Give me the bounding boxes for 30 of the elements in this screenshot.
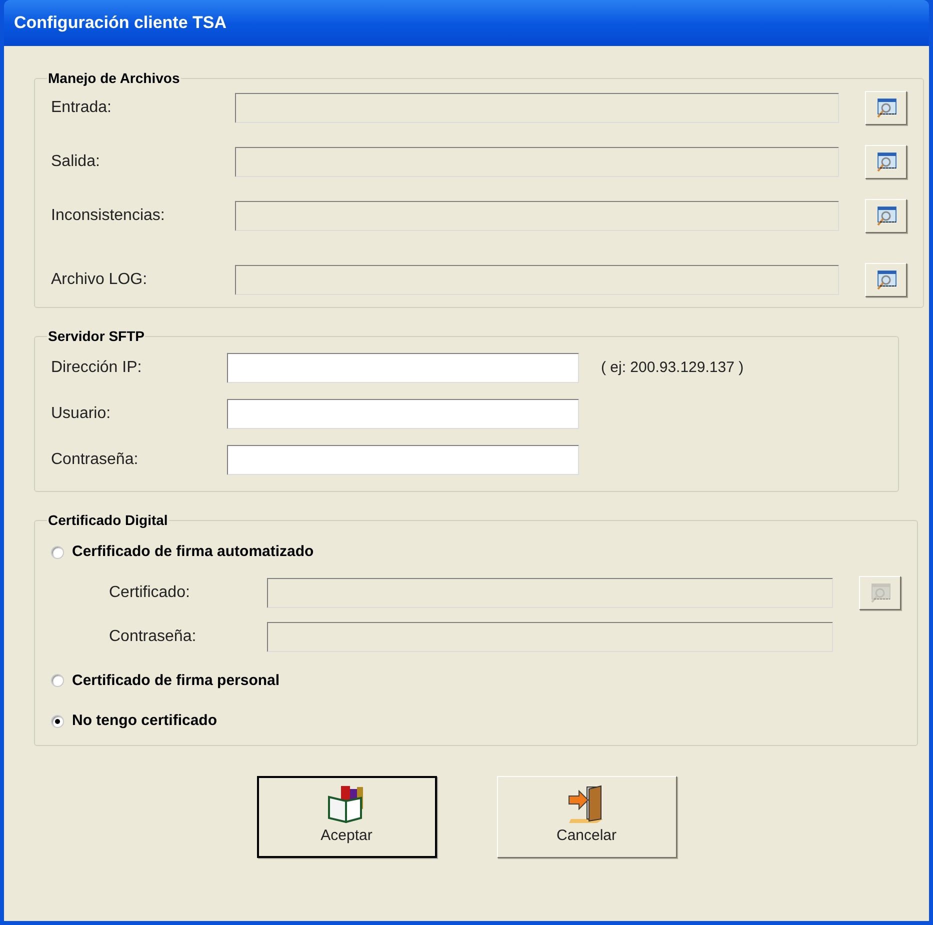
field-label: Certificado:: [109, 582, 191, 602]
group-title: Manejo de Archivos: [47, 69, 181, 88]
group-title: Certificado Digital: [47, 511, 169, 530]
text-field[interactable]: [227, 353, 579, 383]
radio-label[interactable]: Certificado de firma personal: [72, 670, 280, 692]
browse-icon: [875, 98, 897, 118]
field-label: Dirección IP:: [51, 358, 143, 378]
field-label: Usuario:: [51, 404, 112, 424]
field-label: Contraseña:: [109, 626, 198, 646]
field-label: Archivo LOG:: [51, 270, 148, 290]
radio-button[interactable]: [51, 714, 64, 728]
browse-icon: [875, 206, 897, 226]
cancel-button[interactable]: Cancelar: [496, 776, 676, 858]
radio-button[interactable]: [51, 546, 64, 559]
browse-icon: [869, 582, 891, 602]
radio-button[interactable]: [51, 674, 64, 688]
text-field[interactable]: [227, 399, 579, 429]
field-label: Contraseña:: [51, 450, 140, 470]
radio-label[interactable]: Cerfificado de firma automatizado: [72, 541, 314, 564]
group-title: Servidor SFTP: [47, 327, 146, 346]
field-label: Salida:: [51, 152, 101, 172]
browse-icon: [875, 152, 897, 172]
radio-label[interactable]: No tengo certificado: [72, 710, 218, 732]
browse-icon: [875, 270, 897, 290]
field-label: Inconsistencias:: [51, 206, 166, 226]
text-field[interactable]: [227, 445, 579, 475]
window-title: Configuración cliente TSA: [14, 12, 227, 34]
example-hint: ( ej: 200.93.129.137 ): [601, 358, 744, 378]
field-label: Entrada:: [51, 98, 112, 118]
accept-button[interactable]: Aceptar: [256, 776, 436, 858]
